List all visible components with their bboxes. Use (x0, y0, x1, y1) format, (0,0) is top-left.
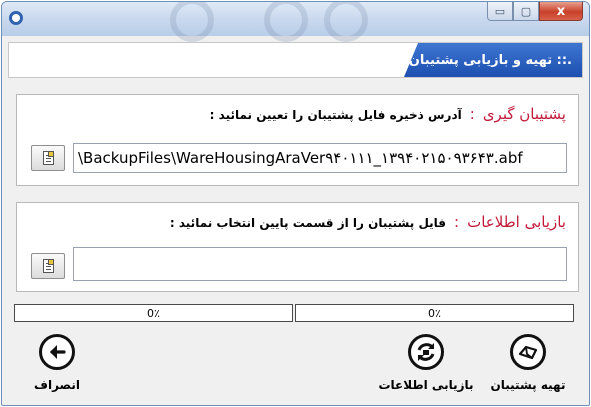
title-decoration (264, 2, 308, 42)
document-icon (42, 259, 54, 273)
close-button[interactable]: x (539, 2, 583, 21)
app-window: ▭ ▢ x .:: تهیه و بازیابی پشتیبان پشتیبان… (1, 1, 590, 406)
backup-browse-button[interactable] (31, 145, 65, 171)
page-title: .:: تهیه و بازیابی پشتیبان (408, 52, 572, 68)
progress-bar-right: 0٪ (295, 304, 574, 322)
backup-section-title: پشتیبان گیری : آدرس ذخیره فایل پشتیبان ر… (210, 105, 566, 123)
backup-path-field[interactable]: \BackupFiles\WareHousingAraVer۹۴۰۱۱۱_۱۳۹… (73, 143, 567, 173)
header-band: .:: تهیه و بازیابی پشتیبان (404, 43, 582, 77)
back-arrow-icon (39, 334, 75, 370)
page-header: .:: تهیه و بازیابی پشتیبان (8, 42, 583, 78)
progress-label: 0٪ (428, 306, 441, 320)
backup-title-colon: : (469, 105, 475, 123)
restore-button-label: بازیابی اطلاعات (378, 378, 474, 392)
restore-title-colon: : (454, 213, 460, 231)
cancel-button[interactable]: انصراف (2, 334, 112, 398)
restore-icon (408, 334, 444, 370)
cancel-button-label: انصراف (34, 378, 80, 392)
backup-button-label: تهیه پشتیبان (490, 378, 566, 392)
restore-section-title: بازیابی اطلاعات : فایل پشتیبان را از قسم… (170, 213, 566, 231)
app-icon (9, 11, 23, 25)
window-controls: ▭ ▢ x (487, 2, 583, 22)
title-decoration (324, 2, 368, 42)
restore-button[interactable]: بازیابی اطلاعات (371, 334, 481, 398)
title-bar[interactable]: ▭ ▢ x (2, 2, 589, 42)
document-icon (42, 151, 54, 165)
backup-icon (510, 334, 546, 370)
maximize-button[interactable]: ▢ (513, 2, 539, 21)
backup-button[interactable]: تهیه پشتیبان (473, 334, 583, 398)
restore-instruction: فایل پشتیبان را از قسمت پایین انتخاب نما… (169, 216, 447, 230)
progress-bar-left: 0٪ (14, 304, 293, 322)
progress-label: 0٪ (147, 306, 160, 320)
backup-section: پشتیبان گیری : آدرس ذخیره فایل پشتیبان ر… (16, 94, 579, 186)
restore-browse-button[interactable] (31, 253, 65, 279)
backup-instruction: آدرس ذخیره فایل پشتیبان را تعیین نمائید … (209, 108, 462, 122)
title-decoration (170, 2, 214, 42)
restore-section: بازیابی اطلاعات : فایل پشتیبان را از قسم… (16, 202, 579, 292)
backup-title: پشتیبان گیری (482, 105, 566, 123)
restore-title: بازیابی اطلاعات (467, 213, 566, 231)
restore-path-field[interactable] (73, 247, 567, 281)
minimize-button[interactable]: ▭ (487, 2, 513, 21)
